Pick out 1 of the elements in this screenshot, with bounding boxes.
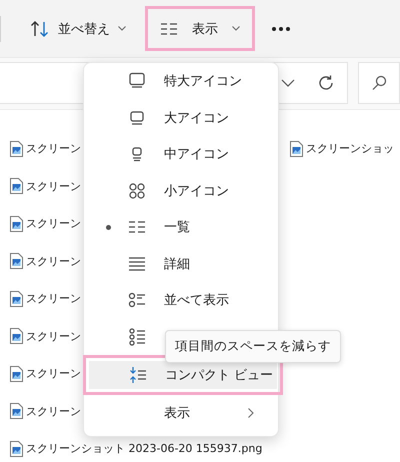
tooltip: 項目間のスペースを減らす <box>165 330 341 363</box>
